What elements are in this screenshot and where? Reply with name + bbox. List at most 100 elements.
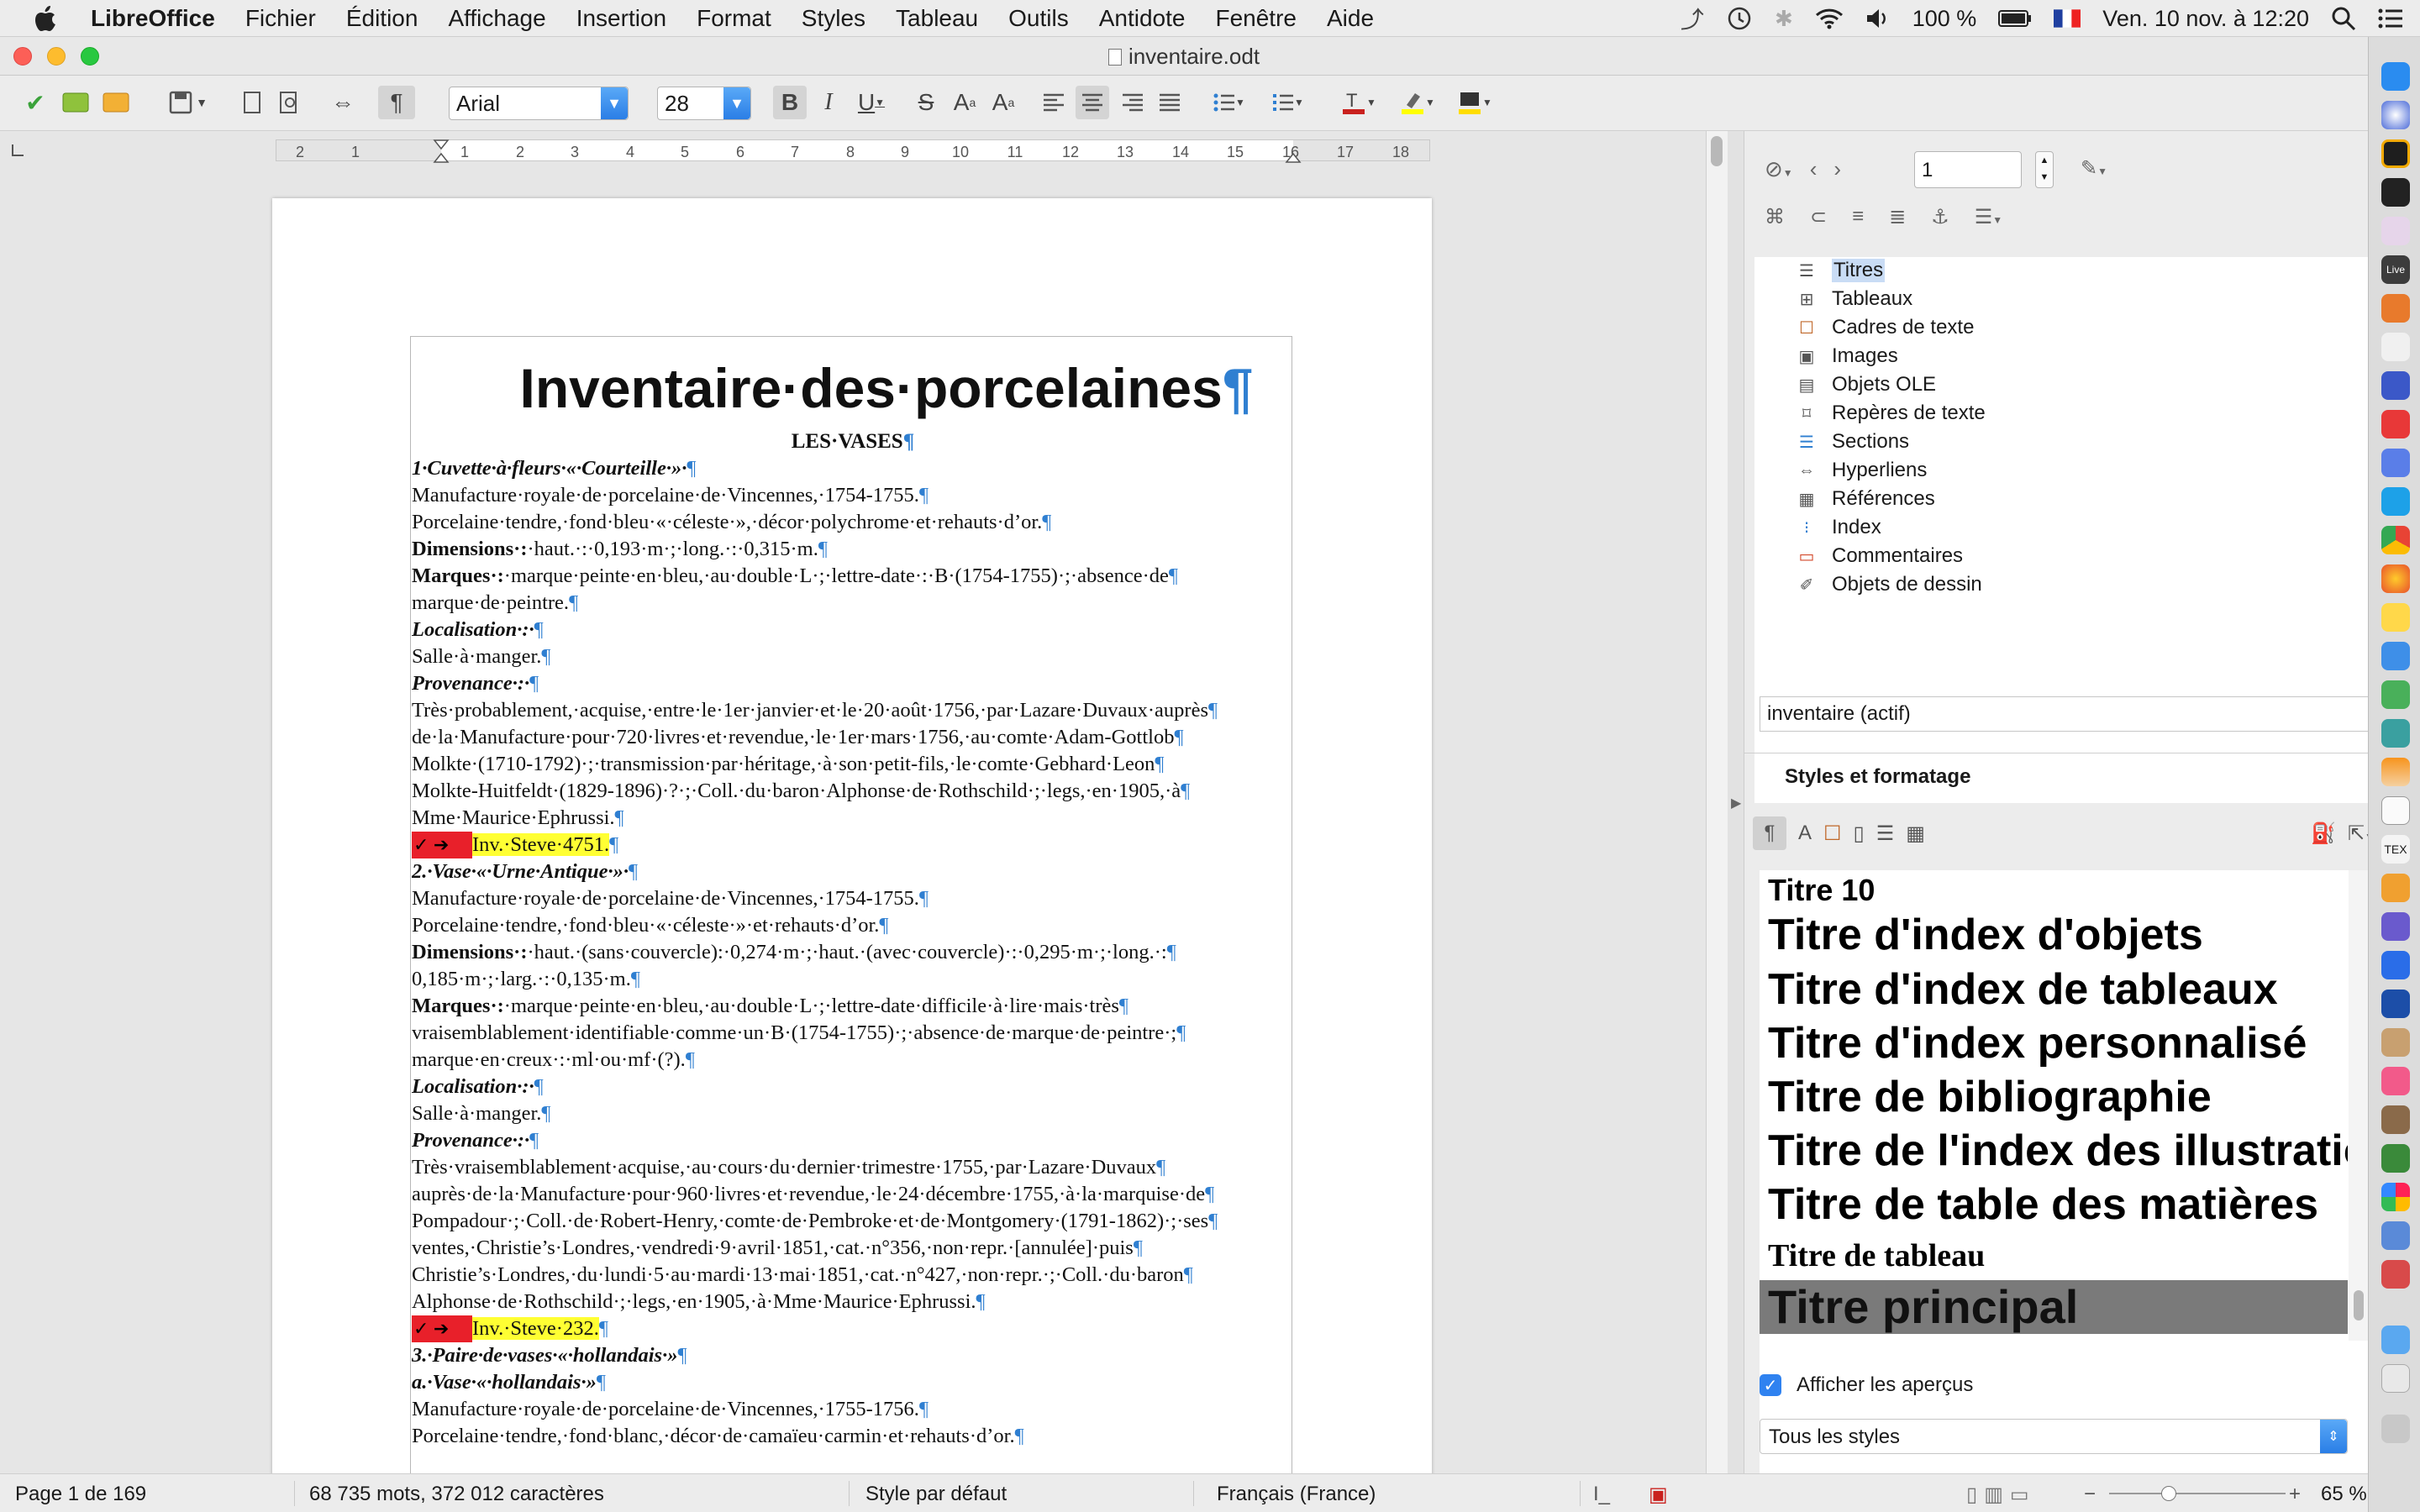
previous-icon[interactable]: ‹ bbox=[1810, 156, 1818, 182]
document-paragraph[interactable]: ventes,·Christie’s·Londres,·vendredi·9·a… bbox=[412, 1235, 1294, 1262]
blank-document-icon[interactable] bbox=[2381, 796, 2410, 825]
document-paragraph[interactable]: Marques·:·marque·peinte·en·bleu,·au·doub… bbox=[412, 993, 1294, 1020]
document-paragraph[interactable]: Manufacture·royale·de·porcelaine·de·Vinc… bbox=[412, 885, 1294, 912]
document-paragraph[interactable]: Dimensions·:·haut.·:·0,193·m·;·long.·:·0… bbox=[412, 536, 1294, 563]
style-item[interactable]: Titre 10 bbox=[1760, 870, 2348, 911]
document-paragraph[interactable]: Provenance·:·¶ bbox=[412, 670, 1294, 697]
style-item[interactable]: Titre de l'index des illustrations bbox=[1760, 1123, 2348, 1179]
document-paragraph[interactable]: Alphonse·de·Rothschild·;·legs,·en·1905,·… bbox=[412, 1289, 1294, 1315]
zoom-slider[interactable] bbox=[2109, 1486, 2286, 1501]
bluetooth-icon[interactable]: ✱ bbox=[1775, 6, 1793, 32]
tree-item-reperes[interactable]: ⌑ Repères de texte bbox=[1797, 400, 1986, 427]
align-left-icon[interactable] bbox=[1039, 86, 1069, 119]
document-paragraph[interactable]: 1·Cuvette·à·fleurs·«·Courteille·»·¶ bbox=[412, 455, 1294, 482]
xmind-icon[interactable] bbox=[2381, 410, 2410, 438]
scrollbar-thumb[interactable] bbox=[1711, 136, 1723, 166]
list-styles-icon[interactable]: ☰ bbox=[1876, 822, 1895, 846]
document-title[interactable]: Inventaire·des·porcelaines¶ bbox=[412, 354, 1294, 422]
menu-fenetre[interactable]: Fenêtre bbox=[1200, 5, 1312, 32]
cursor-tool-icon[interactable]: ⤴ bbox=[1681, 2, 1704, 35]
page-break-icon[interactable] bbox=[237, 86, 267, 119]
numbers-app-icon[interactable] bbox=[2381, 1144, 2410, 1173]
style-item[interactable]: Titre de bibliographie bbox=[1760, 1069, 2348, 1125]
xcode-icon[interactable] bbox=[2381, 912, 2410, 941]
mu-icon[interactable] bbox=[2381, 333, 2410, 361]
maps-app-icon[interactable] bbox=[2381, 874, 2410, 902]
document-paragraph[interactable]: Molkte·(1710-1792)·;·transmission·par·hé… bbox=[412, 751, 1294, 778]
document-paragraph[interactable]: 2.·Vase·«·Urne·Antique·»·¶ bbox=[412, 858, 1294, 885]
tree-item-images[interactable]: ▣ Images bbox=[1797, 343, 1898, 370]
wifi-icon[interactable] bbox=[1815, 8, 1844, 29]
headphones-icon[interactable] bbox=[2381, 371, 2410, 400]
style-item[interactable]: Titre d'index de tableaux bbox=[1760, 962, 2348, 1017]
menu-styles[interactable]: Styles bbox=[786, 5, 881, 32]
document-paragraph[interactable]: Manufacture·royale·de·porcelaine·de·Vinc… bbox=[412, 1396, 1294, 1423]
page-stepper[interactable]: ▲ ▼ bbox=[2035, 151, 2054, 188]
menu-tableau[interactable]: Tableau bbox=[881, 5, 993, 32]
bold-icon[interactable]: B bbox=[773, 86, 807, 119]
document-paragraph[interactable]: marque·en·creux·:·ml·ou·mf·(?).¶ bbox=[412, 1047, 1294, 1074]
table-styles-icon[interactable]: ▦ bbox=[1906, 822, 1925, 846]
language[interactable]: Français (France) bbox=[1217, 1483, 1376, 1506]
drag-mode-icon[interactable]: ✎▼ bbox=[2081, 156, 2107, 181]
document-paragraph[interactable]: Molkte-Huitfeldt·(1829-1896)·?·;·Coll.·d… bbox=[412, 778, 1294, 805]
align-center-icon[interactable] bbox=[1076, 86, 1109, 119]
document-paragraph[interactable]: marque·de·peintre.¶ bbox=[412, 590, 1294, 617]
app-menu[interactable]: LibreOffice bbox=[91, 5, 230, 32]
safari-icon[interactable] bbox=[2381, 101, 2410, 129]
menu-insertion[interactable]: Insertion bbox=[561, 5, 681, 32]
preview-icon[interactable] bbox=[2381, 449, 2410, 477]
vlc-icon[interactable] bbox=[2381, 758, 2410, 786]
page-count[interactable]: Page 1 de 169 bbox=[15, 1483, 146, 1506]
document-selector[interactable]: inventaire (actif) bbox=[1760, 696, 2373, 732]
tree-item-ole[interactable]: ▤ Objets OLE bbox=[1797, 371, 1937, 398]
character-styles-icon[interactable]: A bbox=[1798, 822, 1812, 845]
firefox-icon[interactable] bbox=[2381, 564, 2410, 593]
style-item[interactable]: Titre d'index personnalisé bbox=[1760, 1016, 2348, 1071]
style-item[interactable]: Titre de table des matières bbox=[1760, 1177, 2348, 1232]
skype-icon[interactable] bbox=[2381, 487, 2410, 516]
checkbox-checked-icon[interactable]: ✓ bbox=[1760, 1374, 1781, 1396]
menu-format[interactable]: Format bbox=[681, 5, 786, 32]
font-size-dropdown-icon[interactable]: ▼ bbox=[723, 87, 750, 119]
document-paragraph[interactable]: Mme·Maurice·Ephrussi.¶ bbox=[412, 805, 1294, 832]
bird-app-icon[interactable] bbox=[2381, 990, 2410, 1018]
tree-item-hyperliens[interactable]: ⇔ Hyperliens bbox=[1797, 457, 1927, 484]
document-paragraph[interactable]: auprès·de·la·Manufacture·pour·960·livres… bbox=[412, 1181, 1294, 1208]
subscript-icon[interactable]: Aa bbox=[986, 86, 1020, 119]
styles-list-scrollbar[interactable] bbox=[2349, 870, 2369, 1341]
style-item-selected[interactable]: Titre principal bbox=[1760, 1280, 2348, 1334]
style-filter-select[interactable]: Tous les styles ⇕ bbox=[1760, 1419, 2348, 1454]
ruler-strip[interactable]: 2 1 1 2 3 4 5 6 7 8 9 10 11 12 13 14 15 … bbox=[276, 139, 1430, 163]
zoom-level[interactable]: 65 % bbox=[2321, 1483, 2367, 1506]
page-number-field[interactable]: 1 bbox=[1914, 151, 2022, 188]
hyperlink-icon[interactable]: ⇔ bbox=[328, 86, 358, 119]
styles-scrollbar-thumb[interactable] bbox=[2354, 1290, 2364, 1320]
spotlight-search-icon[interactable] bbox=[2331, 6, 2356, 31]
font-name-box[interactable]: Arial ▼ bbox=[449, 87, 629, 120]
print-preview-icon[interactable] bbox=[274, 86, 304, 119]
music-icon[interactable] bbox=[2381, 1067, 2410, 1095]
tree-item-index[interactable]: ⁝ Index bbox=[1797, 514, 1881, 541]
next-icon[interactable]: › bbox=[1833, 156, 1841, 182]
menu-outils[interactable]: Outils bbox=[993, 5, 1084, 32]
downloads-folder-icon[interactable] bbox=[2381, 1326, 2410, 1354]
word-count[interactable]: 68 735 mots, 372 012 caractères bbox=[309, 1483, 604, 1506]
document-paragraph[interactable]: Christie’s·Londres,·du·lundi·5·au·mardi·… bbox=[412, 1262, 1294, 1289]
document-paragraph[interactable]: Localisation·:·¶ bbox=[412, 1074, 1294, 1100]
battery-icon[interactable] bbox=[1998, 9, 2032, 28]
cyberduck-icon[interactable] bbox=[2381, 603, 2410, 632]
menu-antidote[interactable]: Antidote bbox=[1084, 5, 1201, 32]
promote-demote-icon[interactable]: ☰▼ bbox=[1975, 205, 2002, 229]
french-flag-icon[interactable] bbox=[2054, 9, 2081, 28]
cubes-icon[interactable] bbox=[2381, 294, 2410, 323]
tree-item-cadres[interactable]: ☐ Cadres de texte bbox=[1797, 314, 1974, 341]
tex-icon[interactable]: TEX bbox=[2381, 835, 2410, 864]
sidebar-splitter[interactable]: ▶ bbox=[1728, 131, 1744, 1473]
notes-app-icon[interactable] bbox=[2381, 1028, 2410, 1057]
document-paragraphs[interactable]: 1·Cuvette·à·fleurs·«·Courteille·»·¶ Manuf… bbox=[412, 455, 1294, 1450]
attachment-icon[interactable]: ⊂ bbox=[1810, 205, 1827, 229]
document-paragraph[interactable]: de·la·Manufacture·pour·720·livres·et·rev… bbox=[412, 724, 1294, 751]
time-machine-icon[interactable] bbox=[1726, 5, 1753, 32]
document-paragraph[interactable]: vraisemblablement·identifiable·comme·un·… bbox=[412, 1020, 1294, 1047]
